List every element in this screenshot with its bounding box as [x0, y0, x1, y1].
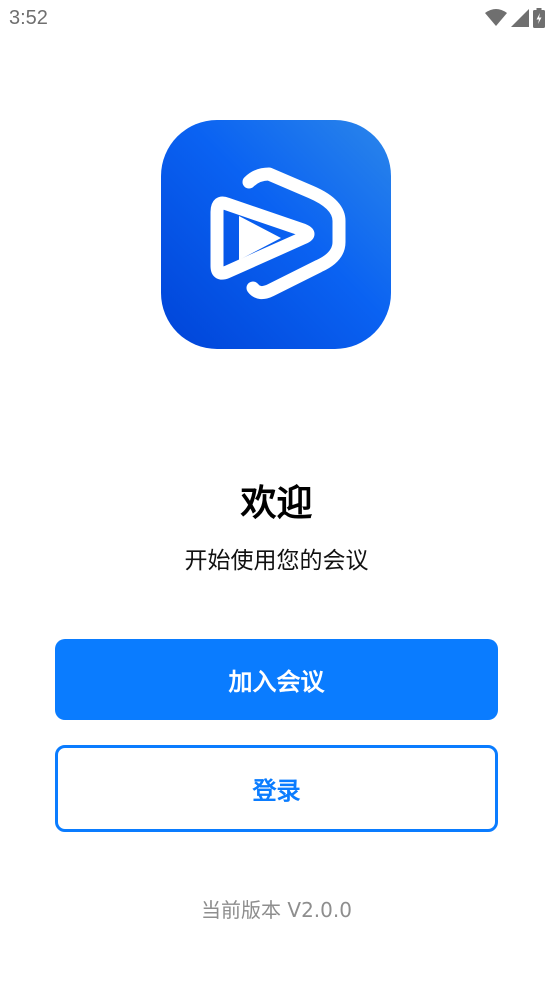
- login-label: 登录: [252, 777, 301, 805]
- status-time: 3:52: [9, 7, 48, 29]
- join-meeting-label: 加入会议: [228, 668, 325, 696]
- login-button[interactable]: 登录: [55, 745, 498, 832]
- welcome-subtitle: 开始使用您的会议: [184, 548, 369, 574]
- join-meeting-button[interactable]: 加入会议: [55, 639, 498, 720]
- version-text: 当前版本 V2.0.0: [201, 898, 352, 922]
- welcome-screen: 3:52 欢迎 开始使用您的会议 加入会议 登录 当前版本 V2.0.0: [0, 0, 553, 984]
- status-bar: 3:52: [0, 0, 553, 38]
- welcome-title: 欢迎: [240, 483, 313, 524]
- app-logo-icon: [161, 120, 391, 349]
- battery-charging-icon: [533, 8, 545, 32]
- signal-icon: [511, 9, 529, 31]
- wifi-icon: [485, 9, 507, 31]
- status-icons: [485, 8, 545, 32]
